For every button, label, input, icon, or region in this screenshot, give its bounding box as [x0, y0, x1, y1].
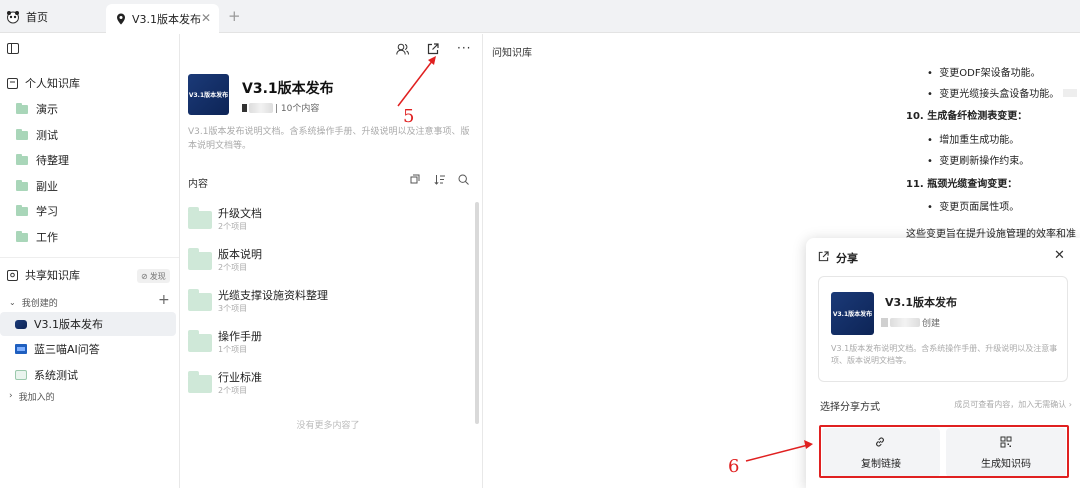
annotation-number-5: 5 [403, 106, 415, 127]
annotation-arrows [397, 56, 813, 462]
annotation-number-6: 6 [728, 456, 740, 477]
